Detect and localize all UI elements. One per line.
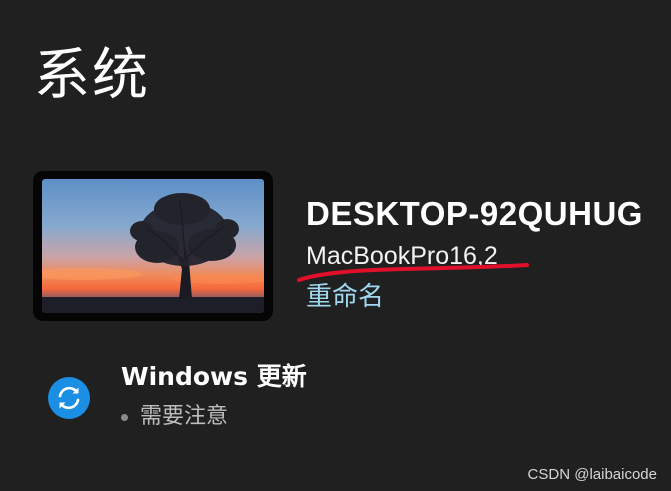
settings-system-page: 系统 DESKTOP-92QUHUG MacBookPro16,2 重命名 Wi… <box>0 0 671 491</box>
watermark: CSDN @laibaicode <box>527 466 657 483</box>
windows-update-item[interactable]: Windows 更新 需要注意 <box>40 355 440 445</box>
device-model: MacBookPro16,2 <box>306 242 498 270</box>
windows-update-title: Windows 更新 <box>121 362 307 391</box>
windows-update-status: 需要注意 <box>121 401 228 433</box>
rename-link[interactable]: 重命名 <box>306 279 384 315</box>
status-dot-icon <box>121 413 128 421</box>
status-text: 需要注意 <box>140 404 229 429</box>
page-title: 系统 <box>34 43 150 108</box>
device-name: DESKTOP-92QUHUG <box>306 195 643 232</box>
device-wallpaper-thumbnail <box>33 171 273 321</box>
sync-icon <box>48 377 90 419</box>
wallpaper-image <box>42 179 264 313</box>
